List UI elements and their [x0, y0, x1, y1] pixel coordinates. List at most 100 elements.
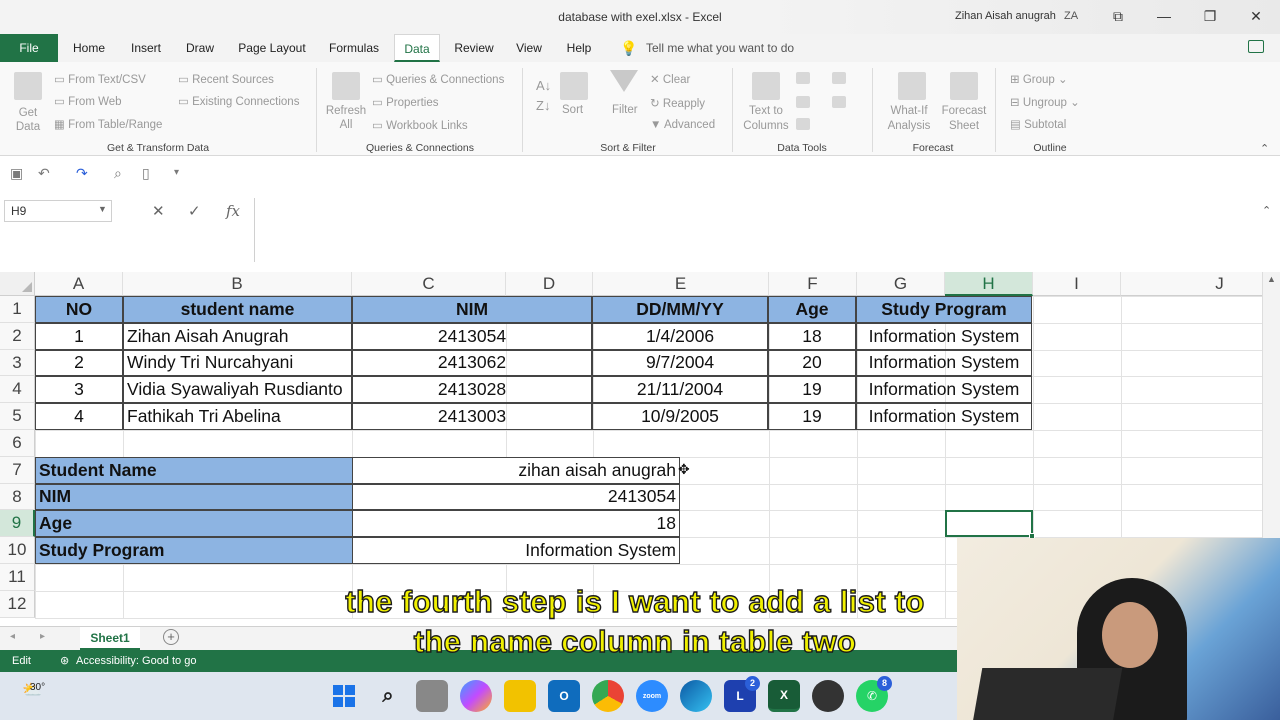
- forecast-sheet-button[interactable]: Forecast Sheet: [938, 104, 990, 134]
- table1-cell-study-program[interactable]: Information System: [856, 322, 1032, 350]
- table1-cell-no[interactable]: 2: [35, 349, 123, 377]
- data-validation-icon[interactable]: [796, 118, 810, 130]
- tab-review[interactable]: Review: [448, 34, 500, 62]
- column-header-d[interactable]: D: [506, 272, 593, 296]
- start-icon[interactable]: [328, 680, 360, 712]
- table2-value-study-program[interactable]: Information System: [352, 537, 680, 564]
- outlook-icon[interactable]: O: [548, 680, 580, 712]
- column-header-g[interactable]: G: [857, 272, 945, 296]
- edge-icon[interactable]: [680, 680, 712, 712]
- table1-cell-study-program[interactable]: Information System: [856, 403, 1032, 430]
- tab-file[interactable]: File: [0, 34, 58, 62]
- table1-cell-age[interactable]: 19: [768, 376, 856, 404]
- table2-label-nim[interactable]: NIM: [35, 483, 353, 511]
- column-header-a[interactable]: A: [35, 272, 123, 296]
- table2-label-student-name[interactable]: Student Name: [35, 456, 353, 484]
- cancel-icon[interactable]: ✕: [152, 202, 165, 220]
- tell-me-search[interactable]: Tell me what you want to do: [646, 41, 794, 55]
- subtotal-button[interactable]: ▤ Subtotal: [1010, 117, 1066, 131]
- search-icon[interactable]: ⌕: [372, 680, 404, 712]
- row-header-9[interactable]: 9: [0, 510, 35, 538]
- text-to-columns-button[interactable]: Text to Columns: [740, 104, 792, 134]
- filter-button[interactable]: Filter: [612, 104, 638, 116]
- table1-cell-student-name[interactable]: Fathikah Tri Abelina: [123, 403, 352, 430]
- refresh-all-button[interactable]: Refresh All: [322, 104, 370, 132]
- column-header-h[interactable]: H: [945, 272, 1033, 296]
- comments-icon[interactable]: [1248, 40, 1264, 53]
- restore-icon[interactable]: ❐: [1198, 6, 1222, 26]
- file-explorer-icon[interactable]: [504, 680, 536, 712]
- scroll-up-icon[interactable]: ▲: [1267, 274, 1276, 284]
- table2-value-age[interactable]: 18: [352, 510, 680, 538]
- ungroup-button[interactable]: ⊟ Ungroup ⌄: [1010, 95, 1080, 109]
- obs-icon[interactable]: [812, 680, 844, 712]
- excel-icon[interactable]: X: [768, 680, 800, 712]
- tab-data[interactable]: Data: [394, 34, 440, 62]
- table1-cell-nim[interactable]: 2413054: [352, 322, 592, 350]
- sort-az-icon[interactable]: A↓ Z↓: [536, 76, 551, 116]
- recent-sources-button[interactable]: ▭ Recent Sources: [178, 72, 274, 86]
- tab-draw[interactable]: Draw: [178, 34, 222, 62]
- user-initials[interactable]: ZA: [1064, 10, 1078, 22]
- table1-cell-date[interactable]: 10/9/2005: [592, 403, 768, 430]
- what-if-analysis-button[interactable]: What-If Analysis: [878, 104, 940, 134]
- table1-header-age[interactable]: Age: [768, 296, 856, 323]
- table1-cell-no[interactable]: 1: [35, 322, 123, 350]
- table1-cell-age[interactable]: 20: [768, 349, 856, 377]
- relationships-icon[interactable]: [832, 96, 846, 108]
- minimize-icon[interactable]: —: [1152, 6, 1176, 26]
- row-header-1[interactable]: 1: [0, 296, 35, 323]
- zoom-icon[interactable]: zoom: [636, 680, 668, 712]
- advanced-button[interactable]: ▼ Advanced: [650, 119, 715, 131]
- column-header-i[interactable]: I: [1033, 272, 1121, 296]
- row-header-7[interactable]: 7: [0, 456, 35, 484]
- whatsapp-icon[interactable]: ✆ 8: [856, 676, 892, 712]
- row-header-4[interactable]: 4: [0, 376, 35, 404]
- table2-label-study-program[interactable]: Study Program: [35, 537, 353, 564]
- queries-connections-button[interactable]: ▭ Queries & Connections: [372, 72, 504, 86]
- tab-insert[interactable]: Insert: [122, 34, 170, 62]
- from-table-range-button[interactable]: ▦ From Table/Range: [54, 117, 162, 131]
- close-icon[interactable]: ✕: [1244, 6, 1268, 26]
- table1-cell-student-name[interactable]: Vidia Syawaliyah Rusdianto: [123, 376, 352, 404]
- name-box-dropdown-icon[interactable]: ▼: [98, 204, 107, 214]
- table1-cell-age[interactable]: 18: [768, 322, 856, 350]
- table1-cell-no[interactable]: 3: [35, 376, 123, 404]
- ribbon-display-icon[interactable]: ⧉: [1106, 6, 1130, 26]
- insert-function-icon[interactable]: fx: [226, 202, 240, 220]
- column-header-c[interactable]: C: [352, 272, 506, 296]
- table1-cell-nim[interactable]: 2413062: [352, 349, 592, 377]
- weather-temp[interactable]: 30°: [30, 682, 45, 693]
- get-data-button[interactable]: Get Data: [10, 106, 46, 134]
- table1-cell-date[interactable]: 1/4/2006: [592, 322, 768, 350]
- from-web-button[interactable]: ▭ From Web: [54, 94, 122, 108]
- customize-qat-icon[interactable]: ▾: [174, 167, 179, 178]
- collapse-ribbon-icon[interactable]: ⌃: [1260, 142, 1269, 155]
- row-header-10[interactable]: 10: [0, 537, 35, 564]
- undo-icon[interactable]: ↶: [38, 165, 50, 182]
- formula-input[interactable]: [254, 198, 1260, 262]
- print-preview-icon[interactable]: ⌕: [114, 165, 122, 182]
- row-header-3[interactable]: 3: [0, 349, 35, 377]
- table1-cell-study-program[interactable]: Information System: [856, 376, 1032, 404]
- row-header-8[interactable]: 8: [0, 483, 35, 511]
- remove-duplicates-icon[interactable]: [796, 96, 810, 108]
- row-header-5[interactable]: 5: [0, 403, 35, 430]
- properties-button[interactable]: ▭ Properties: [372, 95, 438, 109]
- group-button[interactable]: ⊞ Group ⌄: [1010, 72, 1068, 86]
- column-header-e[interactable]: E: [593, 272, 769, 296]
- chrome-icon[interactable]: [592, 680, 624, 712]
- table2-value-student-name[interactable]: zihan aisah anugrah: [352, 456, 680, 484]
- new-document-icon[interactable]: ▯: [142, 165, 150, 182]
- table1-cell-nim[interactable]: 2413003: [352, 403, 592, 430]
- tab-help[interactable]: Help: [558, 34, 600, 62]
- workbook-links-button[interactable]: ▭ Workbook Links: [372, 118, 468, 132]
- tab-page-layout[interactable]: Page Layout: [230, 34, 314, 62]
- reapply-button[interactable]: ↻ Reapply: [650, 96, 705, 110]
- save-icon[interactable]: ▣: [10, 165, 23, 182]
- table1-cell-date[interactable]: 9/7/2004: [592, 349, 768, 377]
- clear-button[interactable]: ✕ Clear: [650, 72, 690, 86]
- existing-connections-button[interactable]: ▭ Existing Connections: [178, 94, 299, 108]
- sort-button[interactable]: Sort: [562, 104, 583, 116]
- column-header-j[interactable]: J: [1121, 272, 1262, 296]
